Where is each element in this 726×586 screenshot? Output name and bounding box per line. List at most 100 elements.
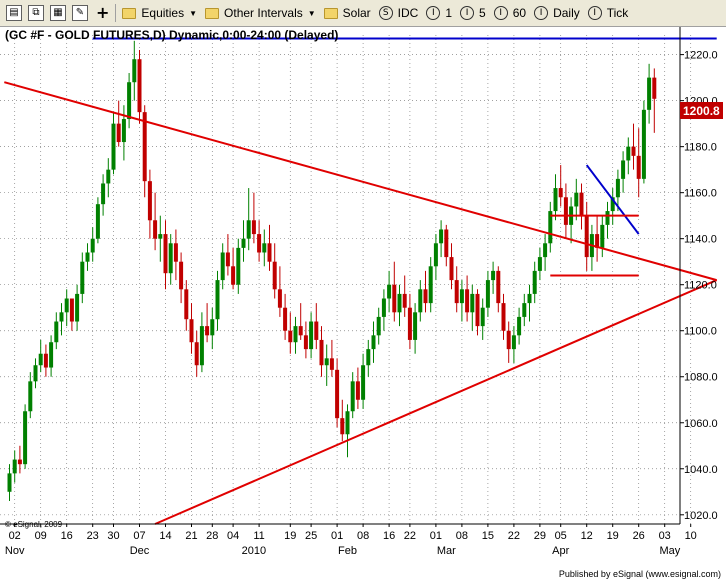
candle-body (288, 330, 293, 343)
solar-button[interactable]: Solar (323, 6, 371, 20)
candle-body (121, 119, 126, 143)
candle-body (267, 243, 272, 262)
candle-body (532, 270, 537, 294)
candle-body (43, 353, 48, 368)
tick-button[interactable]: I Tick (587, 6, 629, 20)
idc-button[interactable]: S IDC (378, 6, 419, 20)
candle-body (324, 358, 329, 366)
candle-body (501, 303, 506, 331)
interval-icon: I (534, 6, 549, 20)
candle-body (402, 293, 407, 308)
interval-60-button[interactable]: I 60 (493, 6, 526, 20)
candle-body (199, 326, 204, 366)
candle-body (584, 215, 589, 258)
candlestick-chart[interactable]: (GC #F - GOLD FUTURES,D) Dynamic,0:00-24… (0, 27, 726, 581)
candle-body (454, 280, 459, 304)
folder-icon (323, 7, 338, 19)
candle-body (283, 307, 288, 331)
x-tick-label: 23 (87, 530, 99, 542)
candle-body (553, 188, 558, 212)
interval-icon: I (460, 6, 475, 20)
equities-button[interactable]: Equities ▼ (122, 6, 197, 20)
month-label: Mar (437, 545, 456, 557)
candle-body (231, 266, 236, 285)
candle-body (257, 234, 262, 253)
plus-icon[interactable]: + (96, 5, 109, 21)
candle-body (340, 418, 345, 435)
toolbar: ▤ ⧉ ▦ ✎ + Equities ▼ Other Intervals ▼ S… (0, 0, 726, 27)
candle-body (574, 192, 579, 207)
intervals-button[interactable]: Other Intervals ▼ (205, 6, 316, 20)
candle-body (335, 369, 340, 419)
candle-body (23, 411, 28, 465)
edit-icon[interactable]: ✎ (72, 5, 88, 21)
interval-1-button[interactable]: I 1 (426, 6, 452, 20)
copyright-label: © eSignal, 2009 (5, 520, 63, 529)
folder-icon (122, 7, 137, 19)
candle-body (90, 238, 95, 253)
x-tick-label: 14 (159, 530, 171, 542)
copy-icon[interactable]: ⧉ (28, 5, 44, 21)
candle-body (537, 257, 542, 271)
candle-body (277, 289, 282, 308)
candle-body (485, 280, 490, 308)
candle-body (54, 321, 59, 343)
candle-body (329, 358, 334, 370)
candle-body (262, 243, 267, 253)
solar-label: Solar (342, 6, 371, 20)
x-tick-label: 25 (305, 530, 317, 542)
candle-body (246, 220, 251, 239)
candle-body (423, 289, 428, 304)
x-tick-label: 11 (253, 530, 264, 542)
interval-5-button[interactable]: I 5 (460, 6, 486, 20)
candle-body (641, 109, 646, 179)
candle-body (636, 155, 641, 179)
candle-body (621, 160, 626, 179)
layout-icon[interactable]: ▦ (50, 5, 66, 21)
candle-body (511, 335, 516, 350)
candle-body (517, 316, 522, 336)
x-tick-label: 19 (607, 530, 619, 542)
candle-body (439, 229, 444, 244)
candle-body (361, 365, 366, 400)
month-label: 2010 (242, 545, 266, 557)
y-tick-label: 1020.0 (684, 510, 718, 522)
candle-body (194, 342, 199, 366)
candle-body (38, 353, 43, 366)
daily-button[interactable]: I Daily (534, 6, 580, 20)
candle-body (184, 289, 189, 320)
candle-body (7, 473, 12, 492)
candle-body (111, 123, 116, 170)
interval-icon: I (493, 6, 508, 20)
candle-body (272, 261, 277, 290)
candle-body (413, 312, 418, 340)
candle-body (215, 280, 220, 320)
candle-body (444, 229, 449, 258)
candle-body (558, 188, 563, 198)
candle-body (95, 204, 100, 239)
candle-body (69, 298, 74, 322)
candle-body (12, 459, 17, 474)
candle-body (236, 247, 241, 285)
y-tick-label: 1080.0 (684, 372, 718, 384)
tick-label: Tick (606, 6, 629, 20)
candle-body (392, 284, 397, 313)
candle-body (33, 365, 38, 382)
chart-icon[interactable]: ▤ (6, 5, 22, 21)
candle-body (397, 293, 402, 313)
idc-label: IDC (397, 6, 419, 20)
candle-body (366, 349, 371, 366)
candle-body (449, 257, 454, 281)
x-tick-label: 22 (404, 530, 416, 542)
candle-body (465, 289, 470, 313)
y-tick-label: 1120.0 (684, 280, 717, 292)
candle-body (225, 252, 230, 267)
candle-body (496, 270, 501, 304)
intervals-label: Other Intervals (224, 6, 303, 20)
candle-body (433, 243, 438, 267)
x-tick-label: 01 (331, 530, 343, 542)
candle-body (647, 77, 652, 110)
chart-panel[interactable]: (GC #F - GOLD FUTURES,D) Dynamic,0:00-24… (0, 27, 726, 581)
candle-body (459, 289, 464, 304)
candle-body (189, 319, 194, 343)
